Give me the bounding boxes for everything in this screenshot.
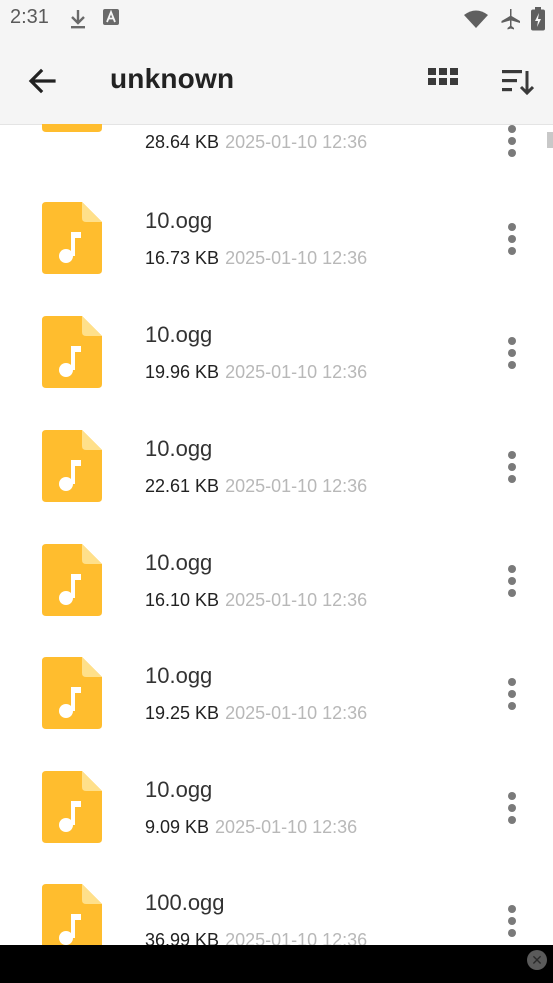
file-meta: 28.64 KB 2025-01-10 12:36 [145,132,367,153]
audio-file-icon [42,657,102,729]
list-item[interactable]: 10.ogg 19.25 KB 2025-01-10 12:36 [0,657,553,771]
arrow-back-icon[interactable] [26,65,58,97]
file-size: 19.25 KB [145,703,220,723]
file-date: 2025-01-10 12:36 [225,132,368,152]
file-list[interactable]: 28.64 KB 2025-01-10 12:36 10.ogg 16.73 KB… [0,124,553,945]
download-icon [71,10,85,29]
file-name: 10.ogg [145,208,213,233]
file-date: 2025-01-10 12:36 [225,248,368,268]
file-date: 2025-01-10 12:36 [225,476,368,496]
audio-file-icon [42,884,102,945]
file-date: 2025-01-10 12:36 [225,362,368,382]
file-size: 19.96 KB [145,362,220,382]
file-name: 10.ogg [145,550,213,575]
list-item[interactable]: 10.ogg 22.61 KB 2025-01-10 12:36 [0,430,553,544]
file-meta: 22.61 KB 2025-01-10 12:36 [145,476,367,497]
file-size: 16.10 KB [145,590,220,610]
file-meta: 36.99 KB 2025-01-10 12:36 [145,930,367,945]
navigation-bar: ✕ [0,945,553,983]
status-bar: 2:31 [0,0,553,38]
list-item[interactable]: 10.ogg 16.73 KB 2025-01-10 12:36 [0,202,553,316]
list-item[interactable]: 28.64 KB 2025-01-10 12:36 [0,124,553,174]
file-size: 36.99 KB [145,930,220,945]
scrollbar[interactable] [547,132,553,148]
list-item[interactable]: 10.ogg 9.09 KB 2025-01-10 12:36 [0,771,553,885]
list-item[interactable]: 100.ogg 36.99 KB 2025-01-10 12:36 [0,884,553,945]
airplane-icon [501,9,520,30]
list-item[interactable]: 10.ogg 19.96 KB 2025-01-10 12:36 [0,316,553,430]
audio-file-icon [42,544,102,616]
app-bar: unknown [0,38,553,125]
wifi-icon [464,10,488,28]
audio-file-icon [42,316,102,388]
file-name: 10.ogg [145,322,213,347]
file-size: 28.64 KB [145,132,220,152]
text-a-icon [103,9,119,25]
file-size: 9.09 KB [145,817,210,837]
file-date: 2025-01-10 12:36 [225,590,368,610]
more-options-icon[interactable] [500,791,524,825]
list-item[interactable]: 10.ogg 16.10 KB 2025-01-10 12:36 [0,544,553,658]
audio-file-icon [42,771,102,843]
more-options-icon[interactable] [500,222,524,256]
grid-view-icon[interactable] [428,68,458,94]
file-meta: 19.96 KB 2025-01-10 12:36 [145,362,367,383]
file-date: 2025-01-10 12:36 [215,817,358,837]
close-icon[interactable]: ✕ [527,950,547,970]
more-options-icon[interactable] [500,677,524,711]
more-options-icon[interactable] [500,904,524,938]
file-name: 10.ogg [145,436,213,461]
audio-file-icon [42,202,102,274]
file-date: 2025-01-10 12:36 [225,930,368,945]
file-name: 10.ogg [145,663,213,688]
battery-icon [531,7,545,31]
file-meta: 16.73 KB 2025-01-10 12:36 [145,248,367,269]
audio-file-icon [42,430,102,502]
sort-icon[interactable] [500,65,534,99]
more-options-icon[interactable] [500,336,524,370]
file-size: 16.73 KB [145,248,220,268]
audio-file-icon [42,124,102,132]
file-meta: 9.09 KB 2025-01-10 12:36 [145,817,357,838]
more-options-icon[interactable] [500,124,524,158]
more-options-icon[interactable] [500,450,524,484]
file-size: 22.61 KB [145,476,220,496]
file-meta: 19.25 KB 2025-01-10 12:36 [145,703,367,724]
status-time: 2:31 [10,6,49,28]
file-name: 100.ogg [145,890,225,915]
file-name: 10.ogg [145,777,213,802]
file-meta: 16.10 KB 2025-01-10 12:36 [145,590,367,611]
more-options-icon[interactable] [500,564,524,598]
page-title: unknown [110,63,235,94]
file-date: 2025-01-10 12:36 [225,703,368,723]
